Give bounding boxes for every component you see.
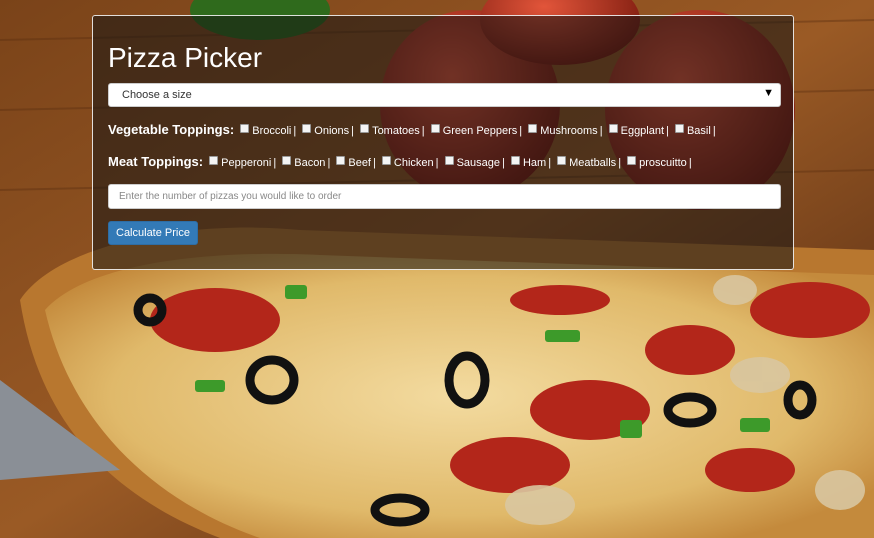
vegetable-toppings-row: Vegetable Toppings: Broccoli | Onions | To… — [108, 122, 719, 137]
size-select-value: Choose a size — [122, 89, 192, 101]
topping-mushrooms[interactable]: Mushrooms | — [528, 124, 605, 137]
checkbox[interactable] — [608, 124, 618, 133]
topping-proscuitto[interactable]: proscuitto | — [627, 156, 695, 169]
checkbox[interactable] — [528, 124, 538, 133]
topping-broccoli[interactable]: Broccoli | — [240, 124, 299, 137]
topping-eggplant[interactable]: Eggplant | — [608, 124, 672, 137]
topping-bacon[interactable]: Bacon | — [282, 156, 333, 169]
checkbox[interactable] — [360, 124, 370, 133]
topping-sausage[interactable]: Sausage | — [444, 156, 508, 169]
vegetable-toppings-label: Vegetable Toppings: — [108, 122, 235, 137]
meat-toppings-label: Meat Toppings: — [108, 154, 204, 169]
topping-beef[interactable]: Beef | — [336, 156, 379, 169]
checkbox[interactable] — [209, 156, 219, 165]
topping-pepperoni[interactable]: Pepperoni | — [209, 156, 279, 169]
size-select[interactable]: Choose a size ▼ — [108, 83, 781, 107]
topping-green-peppers[interactable]: Green Peppers | — [430, 124, 525, 137]
chevron-down-icon: ▼ — [763, 87, 774, 99]
topping-tomatoes[interactable]: Tomatoes | — [360, 124, 428, 137]
checkbox[interactable] — [302, 124, 312, 133]
checkbox[interactable] — [282, 156, 292, 165]
checkbox[interactable] — [627, 156, 637, 165]
topping-basil[interactable]: Basil | — [674, 124, 719, 137]
topping-onions[interactable]: Onions | — [302, 124, 357, 137]
checkbox[interactable] — [336, 156, 346, 165]
checkbox[interactable] — [510, 156, 520, 165]
checkbox[interactable] — [674, 124, 684, 133]
topping-chicken[interactable]: Chicken | — [381, 156, 442, 169]
checkbox[interactable] — [444, 156, 454, 165]
page-title: Pizza Picker — [108, 42, 263, 73]
checkbox[interactable] — [381, 156, 391, 165]
calculate-price-button[interactable]: Calculate Price — [108, 221, 198, 245]
checkbox[interactable] — [240, 124, 250, 133]
topping-meatballs[interactable]: Meatballs | — [557, 156, 624, 169]
meat-toppings-row: Meat Toppings: Pepperoni | Bacon | Beef | C… — [108, 154, 695, 169]
checkbox[interactable] — [557, 156, 567, 165]
order-form-panel: Pizza Picker Choose a size ▼ Vegetable T… — [92, 15, 794, 270]
checkbox[interactable] — [430, 124, 440, 133]
topping-ham[interactable]: Ham | — [510, 156, 554, 169]
pizza-quantity-input[interactable] — [108, 184, 781, 209]
